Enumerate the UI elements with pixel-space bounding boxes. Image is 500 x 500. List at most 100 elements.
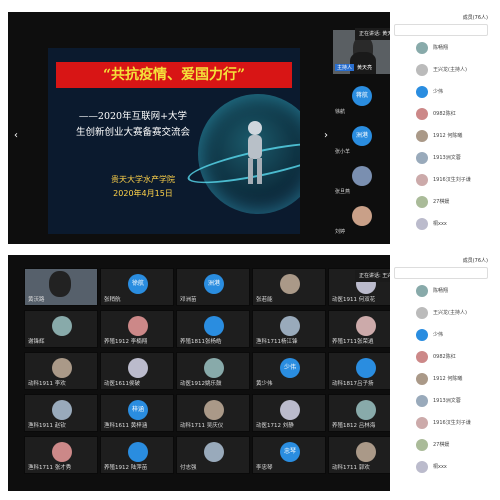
member-sidebar-bottom: 成员(76人) 陈畅翔 王兴龙(主持人) 少伟 0982陈红 1912 何陈曦 … — [390, 255, 492, 491]
participant-tile[interactable]: 动医1912姚乐鼓 — [176, 352, 250, 390]
member-search-input[interactable] — [394, 24, 488, 36]
participant-name: 养殖1711张荣逍 — [332, 339, 374, 345]
participant-tile[interactable]: 洲港 邓洲苗 — [176, 268, 250, 306]
member-item[interactable]: 0982陈红 — [392, 106, 490, 122]
participant-name: 养殖1812 吕林海 — [332, 423, 376, 429]
slide-date: 2020年4月15日 — [113, 189, 173, 198]
member-item[interactable]: 桐xxx — [392, 459, 490, 475]
next-arrow-icon[interactable]: › — [324, 130, 328, 141]
participant-tile[interactable]: 谢锋辉 — [24, 310, 98, 348]
participant-tile[interactable]: 张若能 — [252, 268, 326, 306]
member-item[interactable]: 少伟 — [392, 327, 490, 343]
member-item[interactable]: 陈畅翔 — [392, 283, 490, 299]
avatar — [416, 130, 428, 142]
member-item[interactable]: 1916汉生刘子谦 — [392, 172, 490, 188]
participant-tile[interactable]: 渔科1711 张才秀 — [24, 436, 98, 474]
strip-name-3: 张旦燕 — [335, 189, 351, 195]
member-item[interactable]: 27棋媛 — [392, 194, 490, 210]
avatar — [416, 417, 428, 429]
avatar — [416, 64, 428, 76]
member-item[interactable]: 1913洲文蓉 — [392, 393, 490, 409]
participant-name: 张稍航 — [104, 297, 121, 303]
participant-name: 动科1711 郭欢 — [332, 465, 370, 471]
participant-tile[interactable]: 渔科1711杨江锋 — [252, 310, 326, 348]
participant-name: 动医1912姚乐鼓 — [180, 381, 222, 387]
host-video-tile[interactable]: 黄沃路 — [24, 268, 98, 306]
participant-name: 渔科1711 张才秀 — [28, 465, 72, 471]
participant-tile[interactable]: 付志强 — [176, 436, 250, 474]
avatar — [416, 395, 428, 407]
astronaut-graphic — [248, 121, 262, 184]
participant-name: 张若能 — [256, 297, 273, 303]
slide-subtitle-line2: 生创新创业大赛备赛交流会 — [75, 127, 190, 138]
avatar — [52, 358, 72, 378]
avatar: 梓涵 — [128, 400, 148, 420]
avatar — [356, 358, 376, 378]
member-item[interactable]: 少伟 — [392, 84, 490, 100]
participant-tile[interactable]: 渔科1911 赵钦 — [24, 394, 98, 432]
participant-tile[interactable]: 养殖1912 李楠翔 — [100, 310, 174, 348]
member-item[interactable]: 0982陈红 — [392, 349, 490, 365]
participant-tile[interactable]: 少伟 黄少伟 — [252, 352, 326, 390]
strip-name-2: 张小羊 — [335, 149, 351, 155]
avatar — [128, 316, 148, 336]
participant-tile[interactable]: 徐航张稍航 — [100, 268, 174, 306]
strip-avatar-2[interactable]: 洲港 — [352, 126, 372, 146]
participant-grid: 黄沃路 徐航 张稍航 洲港 邓洲苗 张若能 动医1911 何双花 谢锋辉 养殖1912 李楠翔养… — [24, 268, 408, 488]
participant-name: 动科1711 吴庆仪 — [180, 423, 224, 429]
participant-tile[interactable]: 动医1712 刘静 — [252, 394, 326, 432]
participant-tile[interactable]: 动医1611侯破 — [100, 352, 174, 390]
avatar — [416, 218, 428, 230]
avatar — [416, 108, 428, 120]
participant-name: 动医1911 何双花 — [332, 297, 376, 303]
strip-avatar-4[interactable] — [352, 206, 372, 226]
participant-name: 渔科1911 赵钦 — [28, 423, 66, 429]
member-count: 成员(76人) — [462, 15, 488, 21]
prev-arrow-icon[interactable]: ‹ — [14, 130, 18, 141]
host-face — [49, 271, 71, 297]
avatar — [128, 442, 148, 462]
host-name: 黄天亮 — [357, 65, 373, 71]
member-item[interactable]: 1912 何陈曦 — [392, 128, 490, 144]
slide-organization: 贵天大学水产学院 — [111, 175, 175, 184]
avatar — [416, 373, 428, 385]
participant-name: 动医1611侯破 — [104, 381, 140, 387]
participant-name: 付志强 — [180, 465, 197, 471]
participant-tile[interactable]: 忠琴 李忠琴 — [252, 436, 326, 474]
participant-strip: 主持人 黄天亮 蒋航 徐航 洲港 张小羊 张旦燕 刘婷 — [333, 30, 391, 244]
participant-tile[interactable]: 动科1911 李欢 — [24, 352, 98, 390]
member-search-input[interactable] — [394, 267, 488, 279]
avatar — [416, 174, 428, 186]
participant-tile[interactable]: 梓涵渔科1611 黄梓涵 — [100, 394, 174, 432]
member-item[interactable]: 王兴龙(主持人) — [392, 62, 490, 78]
avatar — [280, 400, 300, 420]
member-item[interactable]: 1916汉生刘子谦 — [392, 415, 490, 431]
member-sidebar-top: 成员(76人) 陈畅翔 王兴龙(主持人) 少伟 0982陈红 1912 何陈曦 … — [390, 12, 492, 244]
avatar — [416, 351, 428, 363]
strip-avatar-3[interactable] — [352, 166, 372, 186]
member-item[interactable]: 27棋媛 — [392, 437, 490, 453]
avatar — [416, 86, 428, 98]
participant-name: 养殖1912 陆萍苗 — [104, 465, 148, 471]
participant-tile[interactable]: 动科1711 吴庆仪 — [176, 394, 250, 432]
avatar: 忠琴 — [280, 442, 300, 462]
participant-name: 养殖1912 李楠翔 — [104, 339, 148, 345]
avatar — [416, 461, 428, 473]
avatar — [52, 316, 72, 336]
member-item[interactable]: 陈畅翔 — [392, 40, 490, 56]
participant-name: 渔科1611 黄梓涵 — [104, 423, 148, 429]
member-item[interactable]: 1912 何陈曦 — [392, 371, 490, 387]
participant-tile[interactable]: 养殖1811张杨皓 — [176, 310, 250, 348]
member-item[interactable]: 1913洲文蓉 — [392, 150, 490, 166]
avatar — [416, 42, 428, 54]
avatar — [356, 442, 376, 462]
member-count: 成员(76人) — [462, 258, 488, 264]
member-item[interactable]: 桐xxx — [392, 216, 490, 232]
avatar: 徐航 — [128, 274, 148, 294]
avatar — [356, 400, 376, 420]
participant-tile[interactable]: 养殖1912 陆萍苗 — [100, 436, 174, 474]
avatar — [416, 285, 428, 297]
participant-name: 动医1712 刘静 — [256, 423, 294, 429]
member-item[interactable]: 王兴龙(主持人) — [392, 305, 490, 321]
strip-avatar-1[interactable]: 蒋航 — [352, 86, 372, 106]
